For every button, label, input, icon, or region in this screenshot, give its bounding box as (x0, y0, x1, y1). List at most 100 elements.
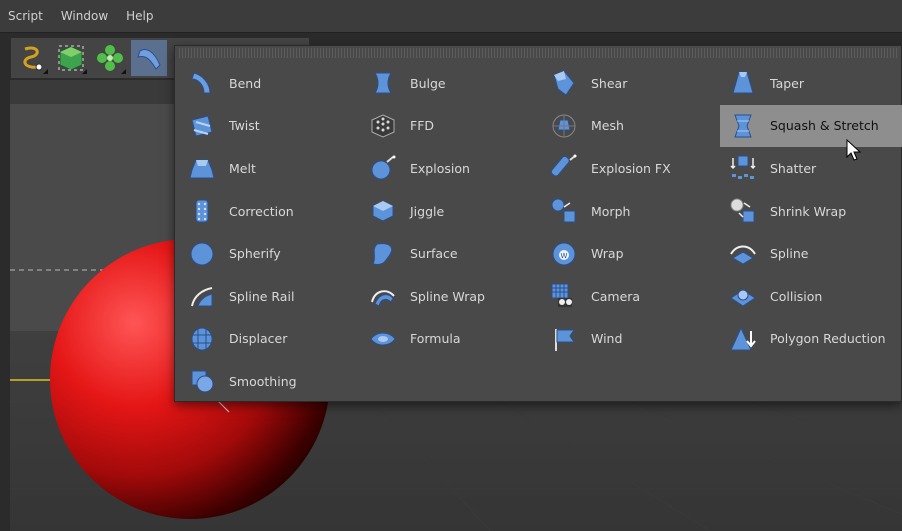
spline-rail-icon (191, 287, 213, 307)
squash-stretch-icon (734, 114, 752, 138)
spline-icon (730, 245, 756, 265)
deformer-shear[interactable]: Shear (541, 62, 721, 105)
deformer-label: Shear (591, 75, 628, 91)
shrink-wrap-icon (730, 198, 755, 223)
twist-icon (191, 115, 213, 137)
deformer-camera[interactable]: Camera (541, 275, 721, 318)
deformer-explosion[interactable]: Explosion (360, 147, 540, 190)
deformer-correction[interactable]: Correction (179, 190, 359, 233)
deformer-label: Bend (229, 75, 262, 91)
bend-icon (191, 72, 211, 94)
panel-header (10, 80, 180, 105)
collision-icon (730, 289, 756, 307)
mouse-cursor-icon (846, 139, 862, 161)
deformer-wrap[interactable]: W Wrap (541, 232, 721, 275)
array-tool-button[interactable] (92, 40, 128, 76)
melt-icon (189, 159, 215, 179)
menu-script[interactable]: Script (6, 7, 45, 25)
deformer-label: Squash & Stretch (770, 118, 879, 134)
deformer-label: Polygon Reduction (770, 331, 886, 347)
deformer-label: FFD (410, 118, 435, 134)
deformer-melt[interactable]: Melt (179, 147, 359, 190)
spline-tool-button[interactable] (14, 40, 50, 76)
wind-icon (555, 328, 575, 351)
menu-bar: Script Window Help (0, 0, 902, 33)
deformer-spline[interactable]: Spline (720, 232, 902, 275)
deformer-menu-popup: Bend Twist Melt Correction Spherify Spli… (174, 45, 902, 402)
deformer-ffd[interactable]: FFD (360, 105, 540, 148)
shatter-icon (730, 155, 756, 180)
svg-text:W: W (561, 252, 568, 260)
deformer-displacer[interactable]: Displacer (179, 318, 359, 361)
deformer-formula[interactable]: Formula (360, 318, 540, 361)
deformer-mesh[interactable]: Mesh (541, 105, 721, 148)
smoothing-icon (191, 370, 214, 393)
deformer-label: Wind (591, 331, 623, 347)
wrap-icon: W (552, 242, 576, 266)
deformer-label: Melt (229, 160, 256, 176)
deformer-spherify[interactable]: Spherify (179, 232, 359, 275)
deformer-bend[interactable]: Bend (179, 62, 359, 105)
camera-icon (551, 283, 572, 308)
deformer-label: Morph (591, 203, 631, 219)
deformer-shatter[interactable]: Shatter (720, 147, 902, 190)
morph-icon (551, 198, 576, 223)
deformer-column-2: Bulge FFD Explosion Jiggle Surface Splin… (360, 62, 540, 360)
deformer-label: Jiggle (410, 203, 445, 219)
deformer-bulge[interactable]: Bulge (360, 62, 540, 105)
deformer-label: Spline (770, 246, 809, 262)
bend-tool-icon (137, 49, 161, 70)
deformer-label: Twist (229, 118, 260, 134)
deformer-shrink-wrap[interactable]: Shrink Wrap (720, 190, 902, 233)
deformer-label: Shrink Wrap (770, 203, 847, 219)
deformer-collision[interactable]: Collision (720, 275, 902, 318)
deformer-column-1: Bend Twist Melt Correction Spherify Spli… (179, 62, 359, 403)
deformer-morph[interactable]: Morph (541, 190, 721, 233)
deformer-taper[interactable]: Taper (720, 62, 902, 105)
deformer-label: Spline Wrap (410, 288, 485, 304)
deformer-smoothing[interactable]: Smoothing (179, 360, 359, 403)
deformer-label: Camera (591, 288, 641, 304)
correction-icon (195, 199, 209, 223)
deformer-label: Correction (229, 203, 294, 219)
displacer-icon (191, 327, 213, 351)
taper-icon (732, 71, 754, 94)
deformer-label: Explosion FX (591, 160, 671, 176)
deformer-label: Smoothing (229, 373, 297, 389)
deformer-label: Formula (410, 331, 461, 347)
deformer-spline-wrap[interactable]: Spline Wrap (360, 275, 540, 318)
deformer-label: Bulge (410, 75, 446, 91)
deformer-spline-rail[interactable]: Spline Rail (179, 275, 359, 318)
deformer-label: Mesh (591, 118, 624, 134)
bend-tool-button[interactable] (131, 40, 167, 76)
deformer-label: Collision (770, 288, 823, 304)
deformer-label: Shatter (770, 160, 817, 176)
jiggle-icon (372, 200, 394, 222)
deformer-polygon-reduction[interactable]: Polygon Reduction (720, 318, 902, 361)
polygon-reduction-icon (730, 326, 756, 351)
deformer-column-4: Taper Squash & Stretch Shatter Shrink Wr… (720, 62, 902, 360)
deformer-wind[interactable]: Wind (541, 318, 721, 361)
popup-tearoff-grip[interactable] (179, 48, 897, 58)
formula-icon (370, 332, 396, 346)
spherify-icon (190, 242, 214, 266)
menu-window[interactable]: Window (59, 7, 110, 25)
surface-icon (372, 242, 393, 265)
deformer-label: Displacer (229, 331, 288, 347)
menu-help[interactable]: Help (124, 7, 155, 25)
deformer-label: Spherify (229, 246, 281, 262)
deformer-label: Wrap (591, 246, 624, 262)
deformer-jiggle[interactable]: Jiggle (360, 190, 540, 233)
explosion-icon (371, 155, 396, 180)
deformer-twist[interactable]: Twist (179, 105, 359, 148)
deformer-label: Spline Rail (229, 288, 295, 304)
explosion-fx-icon (550, 154, 577, 177)
deformer-surface[interactable]: Surface (360, 232, 540, 275)
ffd-icon (371, 114, 395, 138)
deformer-squash-stretch[interactable]: Squash & Stretch (720, 104, 902, 148)
deformer-label: Taper (770, 75, 804, 91)
deformer-column-3: Shear Mesh Explosion FX Morph W Wrap Cam… (541, 62, 721, 360)
deformer-explosion-fx[interactable]: Explosion FX (541, 147, 721, 190)
bulge-icon (374, 72, 392, 94)
cube-tool-button[interactable] (53, 40, 89, 76)
